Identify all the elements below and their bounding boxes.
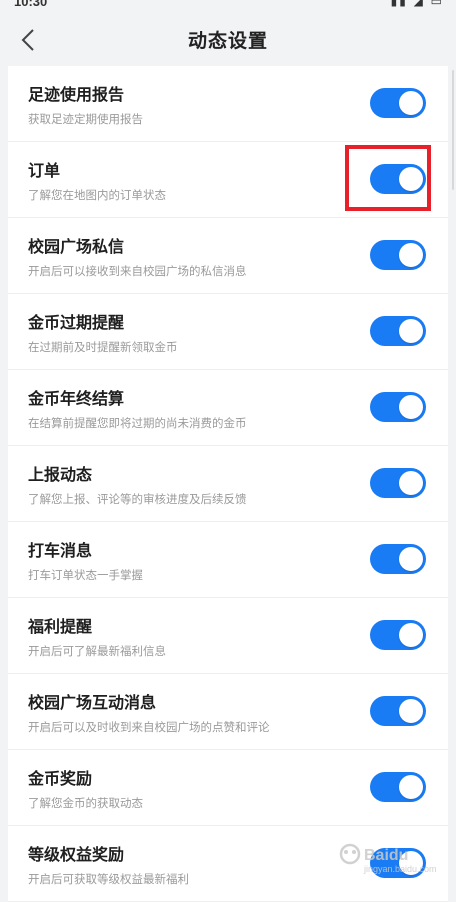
toggle-knob <box>399 319 423 343</box>
settings-list: 足迹使用报告获取足迹定期使用报告订单了解您在地图内的订单状态校园广场私信开启后可… <box>8 66 448 902</box>
setting-row: 金币年终结算在结算前提醒您即将过期的尚未消费的金币 <box>8 370 448 446</box>
setting-title: 福利提醒 <box>28 617 93 636</box>
setting-toggle[interactable] <box>370 392 426 422</box>
setting-description: 在过期前及时提醒新领取金币 <box>28 340 178 354</box>
setting-toggle[interactable] <box>370 772 426 802</box>
setting-toggle[interactable] <box>370 468 426 498</box>
setting-toggle[interactable] <box>370 544 426 574</box>
toggle-knob <box>399 547 423 571</box>
setting-row: 校园广场私信开启后可以接收到来自校园广场的私信消息 <box>8 218 448 294</box>
setting-row: 金币奖励了解您金币的获取动态 <box>8 750 448 826</box>
setting-title: 金币过期提醒 <box>28 313 125 332</box>
setting-title: 上报动态 <box>28 465 93 484</box>
toggle-knob <box>399 395 423 419</box>
status-bar: 10:30 ▮▮ ◢ ▭ <box>0 0 456 14</box>
setting-toggle[interactable] <box>370 848 426 878</box>
setting-description: 了解您在地图内的订单状态 <box>28 188 166 202</box>
setting-toggle[interactable] <box>370 88 426 118</box>
setting-title: 等级权益奖励 <box>28 845 125 864</box>
setting-row: 福利提醒开启后可了解最新福利信息 <box>8 598 448 674</box>
toggle-knob <box>399 699 423 723</box>
setting-row: 足迹使用报告获取足迹定期使用报告 <box>8 66 448 142</box>
setting-title: 打车消息 <box>28 541 93 560</box>
setting-title: 金币奖励 <box>28 769 93 788</box>
setting-description: 开启后可获取等级权益最新福利 <box>28 872 189 886</box>
setting-title: 校园广场互动消息 <box>28 693 157 712</box>
setting-row: 打车消息打车订单状态一手掌握 <box>8 522 448 598</box>
setting-row: 校园广场互动消息开启后可以及时收到来自校园广场的点赞和评论 <box>8 674 448 750</box>
setting-toggle[interactable] <box>370 316 426 346</box>
setting-title: 校园广场私信 <box>28 237 125 256</box>
setting-description: 开启后可以及时收到来自校园广场的点赞和评论 <box>28 720 270 734</box>
toggle-knob <box>399 91 423 115</box>
setting-description: 在结算前提醒您即将过期的尚未消费的金币 <box>28 416 247 430</box>
toggle-knob <box>399 623 423 647</box>
setting-title: 足迹使用报告 <box>28 85 125 104</box>
setting-toggle[interactable] <box>370 164 426 194</box>
setting-row: 金币过期提醒在过期前及时提醒新领取金币 <box>8 294 448 370</box>
setting-description: 开启后可了解最新福利信息 <box>28 644 166 658</box>
toggle-knob <box>399 851 423 875</box>
setting-toggle[interactable] <box>370 620 426 650</box>
setting-row: 等级权益奖励开启后可获取等级权益最新福利 <box>8 826 448 902</box>
setting-title: 金币年终结算 <box>28 389 125 408</box>
toggle-knob <box>399 167 423 191</box>
setting-row: 订单了解您在地图内的订单状态 <box>8 142 448 218</box>
toggle-knob <box>399 471 423 495</box>
toggle-knob <box>399 775 423 799</box>
setting-description: 开启后可以接收到来自校园广场的私信消息 <box>28 264 247 278</box>
setting-description: 了解您上报、评论等的审核进度及后续反馈 <box>28 492 247 506</box>
scrollbar[interactable] <box>452 70 454 190</box>
setting-row: 上报动态了解您上报、评论等的审核进度及后续反馈 <box>8 446 448 522</box>
nav-bar: 动态设置 <box>0 14 456 66</box>
status-time-fragment: 10:30 <box>14 0 48 9</box>
setting-description: 了解您金币的获取动态 <box>28 796 143 810</box>
page-title: 动态设置 <box>187 30 268 52</box>
setting-description: 打车订单状态一手掌握 <box>28 568 143 582</box>
setting-toggle[interactable] <box>370 696 426 726</box>
setting-title: 订单 <box>28 161 61 180</box>
setting-description: 获取足迹定期使用报告 <box>28 112 143 126</box>
setting-toggle[interactable] <box>370 240 426 270</box>
status-icons: ▮▮ ◢ ▭ <box>390 0 444 8</box>
toggle-knob <box>399 243 423 267</box>
